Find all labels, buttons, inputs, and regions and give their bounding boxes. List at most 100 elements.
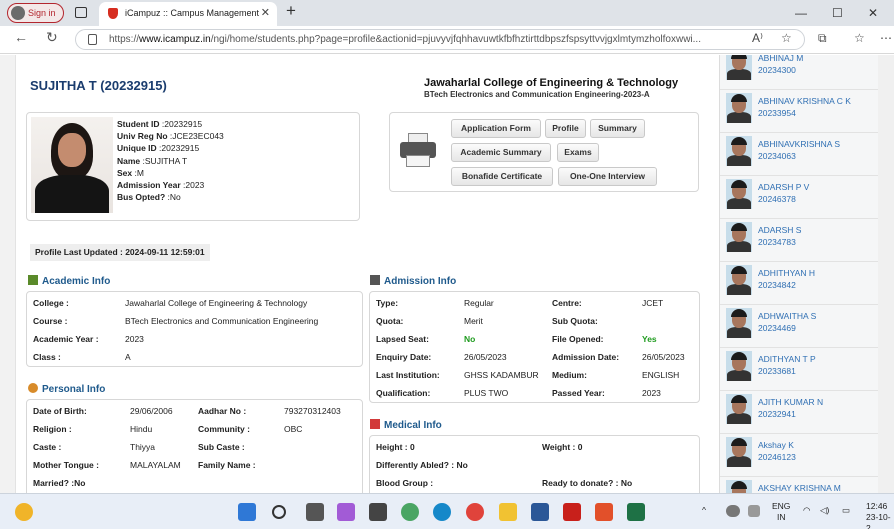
close-window-icon[interactable]: ✕ (868, 0, 878, 26)
quota-label: Quota: (376, 316, 404, 326)
student-id: 20233681 (758, 366, 796, 376)
student-name[interactable]: ABHINAV KRISHNA C K (758, 96, 851, 106)
student-list-item[interactable]: ADITHYAN T P 20233681 (720, 348, 880, 391)
extensions-icon[interactable]: ⧉ (818, 31, 827, 46)
browser-tab-bar: Sign in iCampuz :: Campus Management ✕ +… (0, 0, 894, 26)
excel-icon[interactable] (627, 503, 645, 521)
student-id: 20234842 (758, 280, 796, 290)
community-label: Community : (198, 424, 250, 434)
back-icon[interactable]: ← (14, 29, 28, 45)
student-name[interactable]: ABHINAVKRISHNA S (758, 139, 840, 149)
site-favicon-icon (108, 8, 118, 19)
student-list-item[interactable]: ADHWAITHA S 20234469 (720, 305, 880, 348)
application-form-button[interactable]: Application Form (451, 119, 541, 138)
left-strip (0, 55, 16, 493)
student-name[interactable]: ADHWAITHA S (758, 311, 816, 321)
student-name[interactable]: Akshay K (758, 440, 794, 450)
student-list-item[interactable]: ABHINAV KRISHNA C K 20233954 (720, 90, 880, 133)
acrobat-icon[interactable] (563, 503, 581, 521)
brave-icon[interactable] (595, 503, 613, 521)
student-list-item[interactable]: ADHITHYAN H 20234842 (720, 262, 880, 305)
file-opened-value: Yes (642, 334, 657, 344)
college-name: Jawaharlal College of Engineering & Tech… (424, 77, 679, 89)
new-tab-icon[interactable]: + (286, 1, 296, 21)
more-icon[interactable]: ⋯ (880, 31, 892, 45)
academic-info-heading: Academic Info (28, 275, 110, 287)
chrome-icon[interactable] (466, 503, 484, 521)
start-icon[interactable] (238, 503, 256, 521)
admission-info-card: Type: Regular Centre: JCET Quota: Merit … (369, 291, 700, 403)
student-avatar (726, 136, 752, 166)
tab-actions-icon[interactable] (75, 7, 87, 18)
tray-app-icon[interactable] (748, 505, 760, 517)
weather-widget-icon[interactable] (15, 503, 33, 521)
sidebar-scrollbar[interactable] (878, 55, 894, 493)
student-name[interactable]: ADARSH S (758, 225, 801, 235)
search-icon[interactable] (272, 505, 286, 519)
academic-year-label: Academic Year : (33, 334, 99, 344)
favorite-star-icon[interactable]: ☆ (781, 31, 792, 45)
minimize-icon[interactable]: — (795, 0, 807, 26)
student-name[interactable]: ABHINAJ M (758, 55, 803, 63)
favorites-icon[interactable]: ☆ (854, 31, 865, 45)
dob-value: 29/06/2006 (130, 406, 173, 416)
file-explorer-icon[interactable] (499, 503, 517, 521)
qualification-value: PLUS TWO (464, 388, 509, 398)
cloud-icon[interactable] (726, 505, 740, 517)
college-label: College : (33, 298, 69, 308)
academic-year-value: 2023 (125, 334, 144, 344)
volume-icon[interactable]: ◁) (820, 505, 829, 516)
battery-icon[interactable]: ▭ (842, 505, 850, 516)
student-list-item[interactable]: ADARSH S 20234783 (720, 219, 880, 262)
language-indicator[interactable]: ENG IN (772, 501, 790, 523)
centre-value: JCET (642, 298, 664, 308)
department-name: BTech Electronics and Communication Engi… (424, 90, 650, 99)
student-name[interactable]: ADHITHYAN H (758, 268, 815, 278)
summary-button[interactable]: Summary (590, 119, 645, 138)
file-opened-label: File Opened: (552, 334, 604, 344)
enquiry-date-value: 26/05/2023 (464, 352, 507, 362)
wifi-icon[interactable]: ◠ (803, 505, 810, 516)
sign-in-button[interactable]: Sign in (7, 3, 64, 23)
refresh-icon[interactable]: ↻ (46, 29, 58, 46)
student-name[interactable]: AJITH KUMAR N (758, 397, 823, 407)
tab-title: iCampuz :: Campus Management (125, 8, 260, 18)
student-name[interactable]: ADITHYAN T P (758, 354, 816, 364)
community-value: OBC (284, 424, 303, 434)
academic-summary-button[interactable]: Academic Summary (451, 143, 551, 162)
student-list-item[interactable]: Akshay K 20246123 (720, 434, 880, 477)
last-institution-value: GHSS KADAMBUR (464, 370, 539, 380)
student-list-item[interactable]: AJITH KUMAR N 20232941 (720, 391, 880, 434)
tray-overflow-icon[interactable]: ^ (702, 505, 706, 516)
profile-button[interactable]: Profile (545, 119, 586, 138)
passed-year-value: 2023 (642, 388, 661, 398)
active-tab[interactable]: iCampuz :: Campus Management ✕ (99, 2, 277, 26)
clock[interactable]: 12:46 23-10-2 (866, 501, 894, 529)
student-name[interactable]: AKSHAY KRISHNA M (758, 483, 841, 493)
student-list-item[interactable]: ADARSH P V 20246378 (720, 176, 880, 219)
maximize-icon[interactable]: ☐ (832, 0, 843, 26)
url-field[interactable]: https://www.icampuz.in/ngi/home/students… (75, 29, 805, 50)
app-icon[interactable] (369, 503, 387, 521)
student-name[interactable]: ADARSH P V (758, 182, 809, 192)
aadhar-label: Aadhar No : (198, 406, 247, 416)
profile-line: Admission Year :2023 (117, 180, 205, 191)
student-list-item[interactable]: ABHINAJ M 20234300 (720, 55, 880, 90)
close-tab-icon[interactable]: ✕ (261, 2, 270, 24)
student-list-item[interactable]: AKSHAY KRISHNA M (720, 477, 880, 493)
bonafide-certificate-button[interactable]: Bonafide Certificate (451, 167, 553, 186)
student-list-item[interactable]: ABHINAVKRISHNA S 20234063 (720, 133, 880, 176)
medium-value: ENGLISH (642, 370, 680, 380)
printer-icon[interactable] (400, 133, 436, 169)
read-aloud-icon[interactable]: A⁾ (752, 31, 763, 45)
copilot-icon[interactable] (337, 503, 355, 521)
app-icon[interactable] (401, 503, 419, 521)
profile-card: Student ID :20232915 Univ Reg No :JCE23E… (26, 112, 360, 221)
edge-icon[interactable] (433, 503, 451, 521)
exams-button[interactable]: Exams (557, 143, 599, 162)
one-one-interview-button[interactable]: One-One Interview (558, 167, 657, 186)
word-icon[interactable] (531, 503, 549, 521)
qualification-label: Qualification: (376, 388, 431, 398)
quota-value: Merit (464, 316, 483, 326)
task-view-icon[interactable] (306, 503, 324, 521)
